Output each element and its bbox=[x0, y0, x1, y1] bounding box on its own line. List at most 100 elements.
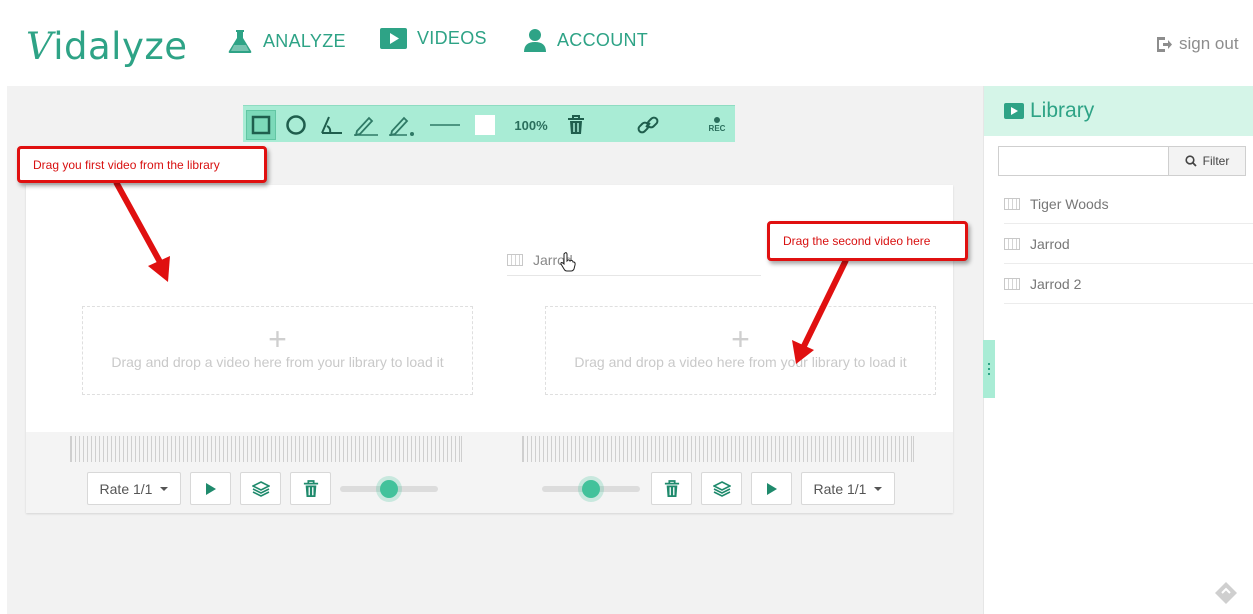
film-icon bbox=[507, 253, 523, 266]
search-icon bbox=[1185, 155, 1197, 167]
library-title: Library bbox=[1030, 99, 1095, 122]
layers-icon bbox=[251, 480, 270, 497]
nav-account[interactable]: ACCOUNT bbox=[523, 28, 648, 52]
library-item[interactable]: Jarrod bbox=[1004, 224, 1253, 264]
left-layers-button[interactable] bbox=[240, 472, 281, 505]
vidalyze-logo[interactable]: Vidalyze bbox=[26, 25, 188, 69]
link-button[interactable] bbox=[633, 110, 663, 140]
rectangle-tool-button[interactable] bbox=[246, 110, 276, 140]
film-icon bbox=[1004, 277, 1020, 290]
library-item[interactable]: Jarrod 2 bbox=[1004, 264, 1253, 304]
circle-tool-button[interactable] bbox=[283, 110, 309, 140]
play-icon bbox=[205, 482, 216, 495]
nav-videos-label: VIDEOS bbox=[417, 28, 487, 48]
pencil-dot-tool-button[interactable] bbox=[386, 110, 418, 140]
record-dot-icon bbox=[714, 117, 720, 123]
user-icon bbox=[524, 29, 546, 52]
right-rate-dropdown[interactable]: Rate 1/1 bbox=[801, 472, 895, 505]
record-button[interactable]: REC bbox=[703, 110, 731, 140]
sign-out-link[interactable]: sign out bbox=[1156, 34, 1239, 54]
left-delete-video-button[interactable] bbox=[290, 472, 331, 505]
filter-button[interactable]: Filter bbox=[1168, 146, 1246, 176]
slider-thumb[interactable] bbox=[380, 480, 398, 498]
grip-dot bbox=[988, 363, 990, 365]
pencil-tool-button[interactable] bbox=[351, 110, 381, 140]
grip-dot bbox=[988, 368, 990, 370]
left-rate-dropdown[interactable]: Rate 1/1 bbox=[87, 472, 181, 505]
pencil-icon bbox=[354, 116, 378, 136]
library-header: Library bbox=[984, 86, 1253, 136]
trash-icon bbox=[664, 479, 679, 497]
logo-letter: V bbox=[26, 25, 54, 68]
right-timeline-scrubber[interactable] bbox=[522, 436, 914, 462]
nav-account-label: ACCOUNT bbox=[557, 29, 649, 50]
annotation-second-video: Drag the second video here bbox=[767, 221, 968, 261]
flask-icon bbox=[228, 30, 252, 53]
line-tool-button[interactable] bbox=[428, 110, 462, 140]
record-label: REC bbox=[708, 124, 726, 133]
angle-icon bbox=[321, 116, 342, 134]
tag-icon[interactable] bbox=[1213, 580, 1239, 606]
right-dropzone-text: Drag and drop a video here from your lib… bbox=[574, 354, 907, 370]
left-video-dropzone[interactable]: + Drag and drop a video here from your l… bbox=[82, 306, 473, 395]
pencil-dot-icon bbox=[389, 116, 414, 136]
nav-analyze-label: ANALYZE bbox=[263, 30, 346, 51]
slider-thumb[interactable] bbox=[582, 480, 600, 498]
left-rate-label: Rate 1/1 bbox=[99, 480, 153, 497]
video-play-icon bbox=[380, 28, 407, 49]
right-play-button[interactable] bbox=[751, 472, 792, 505]
hand-cursor-icon bbox=[560, 252, 576, 272]
zoom-level-label: 100% bbox=[514, 117, 548, 133]
right-layers-button[interactable] bbox=[701, 472, 742, 505]
zoom-level-button[interactable]: 100% bbox=[509, 110, 553, 140]
annotation-second-text: Drag the second video here bbox=[783, 234, 931, 248]
caret-down-icon bbox=[160, 486, 169, 491]
sidebar-resize-handle[interactable] bbox=[983, 340, 995, 398]
caret-down-icon bbox=[874, 486, 883, 491]
grip-dot bbox=[988, 373, 990, 375]
filter-label: Filter bbox=[1202, 154, 1230, 168]
trash-icon bbox=[568, 115, 584, 134]
library-item-label: Tiger Woods bbox=[1030, 195, 1109, 212]
circle-icon bbox=[286, 115, 306, 135]
right-delete-video-button[interactable] bbox=[651, 472, 692, 505]
plus-icon: + bbox=[268, 321, 287, 357]
right-video-dropzone[interactable]: + Drag and drop a video here from your l… bbox=[545, 306, 936, 395]
film-icon bbox=[1004, 197, 1020, 210]
line-icon bbox=[430, 124, 460, 126]
sign-out-label: sign out bbox=[1179, 34, 1239, 53]
drawing-toolbar: 100% REC bbox=[243, 105, 735, 142]
left-play-button[interactable] bbox=[190, 472, 231, 505]
library-sidebar: Library Filter Tiger Woods Jarrod Jarrod… bbox=[983, 86, 1253, 614]
plus-icon: + bbox=[731, 321, 750, 357]
trash-icon bbox=[303, 479, 318, 497]
annotation-first-text: Drag you first video from the library bbox=[33, 157, 220, 172]
link-icon bbox=[637, 116, 659, 134]
logo-text: idalyze bbox=[53, 25, 188, 68]
color-swatch bbox=[475, 115, 495, 135]
left-dropzone-text: Drag and drop a video here from your lib… bbox=[111, 354, 444, 370]
delete-drawing-button[interactable] bbox=[563, 110, 589, 140]
left-speed-slider[interactable] bbox=[340, 480, 438, 498]
nav-analyze[interactable]: ANALYZE bbox=[227, 28, 346, 54]
top-header: Vidalyze ANALYZE VIDEOS ACCOUNT sign out bbox=[0, 0, 1253, 86]
library-item-label: Jarrod 2 bbox=[1030, 275, 1082, 292]
film-icon bbox=[1004, 237, 1020, 250]
video-play-icon bbox=[1004, 103, 1024, 119]
library-search-input[interactable] bbox=[998, 146, 1169, 176]
library-item-label: Jarrod bbox=[1030, 235, 1070, 252]
right-speed-slider[interactable] bbox=[542, 480, 640, 498]
left-timeline-scrubber[interactable] bbox=[70, 436, 462, 462]
angle-tool-button[interactable] bbox=[316, 110, 346, 140]
right-rate-label: Rate 1/1 bbox=[813, 480, 867, 497]
nav-videos[interactable]: VIDEOS bbox=[380, 28, 487, 49]
annotation-first-video: Drag you first video from the library bbox=[17, 146, 267, 183]
dragged-video-item[interactable]: Jarrod bbox=[507, 244, 761, 276]
sign-out-icon bbox=[1157, 36, 1172, 52]
layers-icon bbox=[712, 480, 731, 497]
play-icon bbox=[766, 482, 777, 495]
vidalyze-app: Vidalyze ANALYZE VIDEOS ACCOUNT sign out… bbox=[0, 0, 1253, 614]
color-picker-button[interactable] bbox=[474, 110, 496, 140]
rectangle-icon bbox=[251, 115, 271, 135]
library-item[interactable]: Tiger Woods bbox=[1004, 184, 1253, 224]
